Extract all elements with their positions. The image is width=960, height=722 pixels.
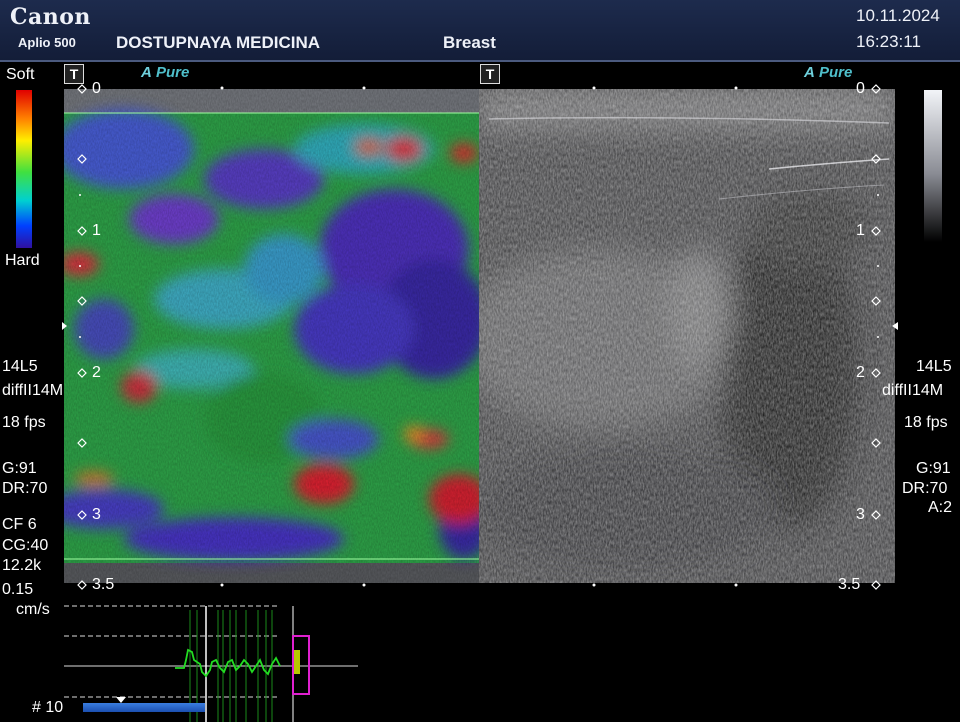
grayscale-bar: [924, 90, 942, 242]
right-apure-label: A Pure: [804, 64, 853, 81]
right-probe: 14L5: [916, 358, 952, 375]
left-gain: G:91: [2, 460, 37, 477]
header-divider: [0, 60, 960, 62]
left-color-freq: CF 6: [2, 516, 37, 533]
depth-tick-markers: [62, 84, 898, 590]
exam-date: 10.11.2024: [856, 6, 940, 25]
left-probe: 14L5: [2, 358, 38, 375]
colorbar-soft-label: Soft: [6, 66, 35, 83]
cine-position-marker-icon[interactable]: [116, 697, 126, 703]
left-preset: diffII14M: [2, 382, 64, 399]
cine-progress-bar[interactable]: [83, 703, 205, 712]
left-velocity-unit: cm/s: [16, 601, 50, 618]
left-fps: 18 fps: [2, 414, 46, 431]
elasticity-colorbar: [16, 90, 32, 248]
left-prf: 12.2k: [2, 557, 42, 574]
brand-logo: Canon: [10, 4, 91, 30]
left-apure-label: A Pure: [141, 64, 190, 81]
frame-number: # 10: [32, 699, 64, 716]
right-gain: G:91: [916, 460, 951, 477]
exam-preset: Breast: [443, 33, 496, 52]
compression-waveform: [175, 648, 281, 678]
institution-name: DOSTUPNAYA MEDICINA: [116, 33, 321, 52]
system-model: Aplio 500: [18, 35, 76, 50]
left-velocity: 0.15: [2, 581, 34, 598]
right-dynamic-range: DR:70: [902, 480, 948, 497]
left-dynamic-range: DR:70: [2, 480, 48, 497]
left-color-gain: CG:40: [2, 537, 49, 554]
right-preset: diffII14M: [882, 382, 944, 399]
right-a-value: A:2: [928, 499, 953, 516]
colorbar-hard-label: Hard: [5, 252, 40, 269]
exam-time: 16:23:11: [856, 32, 921, 51]
right-fps: 18 fps: [904, 414, 948, 431]
